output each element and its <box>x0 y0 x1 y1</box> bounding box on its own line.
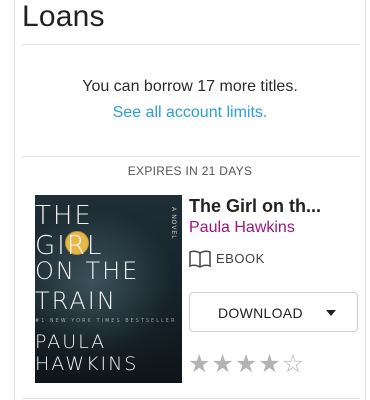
cover-title-line: GIRL <box>35 231 104 261</box>
star-filled-icon[interactable]: ★ <box>258 350 280 378</box>
account-limits-link[interactable]: See all account limits. <box>14 104 366 122</box>
book-icon <box>189 250 211 268</box>
divider <box>22 398 360 399</box>
divider <box>22 44 360 45</box>
star-empty-icon[interactable]: ☆ <box>282 350 304 378</box>
download-button[interactable]: DOWNLOAD <box>189 292 358 332</box>
download-label: DOWNLOAD <box>218 305 303 321</box>
book-cover[interactable]: THE A NOVEL GIRL ON THE TRAIN #1 NEW YOR… <box>35 195 182 383</box>
star-filled-icon[interactable]: ★ <box>235 350 257 378</box>
star-filled-icon[interactable]: ★ <box>211 350 233 378</box>
format-label: EBOOK <box>216 251 265 266</box>
borrow-limit-text: You can borrow 17 more titles. <box>82 78 298 95</box>
caret-down-icon <box>326 310 336 316</box>
divider <box>22 156 360 157</box>
book-author-link[interactable]: Paula Hawkins <box>189 219 295 237</box>
cover-author-line: PAULA <box>35 331 107 353</box>
cover-title-line: THE <box>35 201 93 231</box>
expires-label: EXPIRES IN 21 DAYS <box>127 164 253 178</box>
star-filled-icon[interactable]: ★ <box>188 350 210 378</box>
book-title[interactable]: The Girl on th... <box>189 196 321 217</box>
cover-tagline: #1 NEW YORK TIMES BESTSELLER <box>35 318 177 324</box>
rating-stars[interactable]: ★★★★☆ <box>188 350 305 378</box>
cover-title-line: TRAIN <box>35 287 117 315</box>
page-title: Loans <box>22 0 105 33</box>
cover-title-line: ON THE <box>35 257 140 285</box>
cover-author-line: HAWKINS <box>35 353 139 375</box>
